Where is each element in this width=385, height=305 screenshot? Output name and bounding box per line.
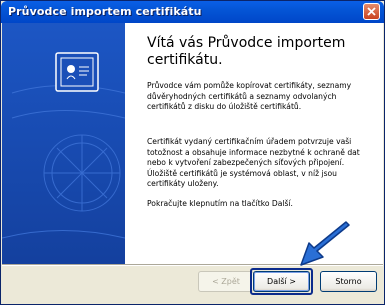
back-button[interactable]: < Zpět [198, 271, 254, 292]
title-bar[interactable]: Průvodce importem certifikátu [1, 1, 384, 23]
close-icon [367, 7, 376, 16]
certificate-watermark-graphic [2, 52, 125, 239]
cancel-button[interactable]: Storno [320, 271, 377, 292]
close-button[interactable] [363, 3, 380, 20]
arrow-annotation-icon [300, 221, 350, 266]
certificate-icon [55, 52, 99, 92]
wizard-window: Průvodce importem certifikátu Vítá vás P… [0, 0, 385, 305]
window-title: Průvodce importem certifikátu [8, 5, 202, 18]
intro-paragraph: Průvodce vám pomůže kopírovat certifikát… [147, 81, 352, 111]
certificate-info-paragraph: Certifikát vydaný certifikačním úřadem p… [147, 137, 360, 188]
wizard-sidebar [2, 23, 125, 264]
next-button[interactable]: Další > [253, 271, 310, 292]
wizard-heading: Vítá vás Průvodce importem certifikátu. [147, 35, 346, 68]
continue-instruction: Pokračujte klepnutím na tlačítko Další. [147, 199, 293, 208]
